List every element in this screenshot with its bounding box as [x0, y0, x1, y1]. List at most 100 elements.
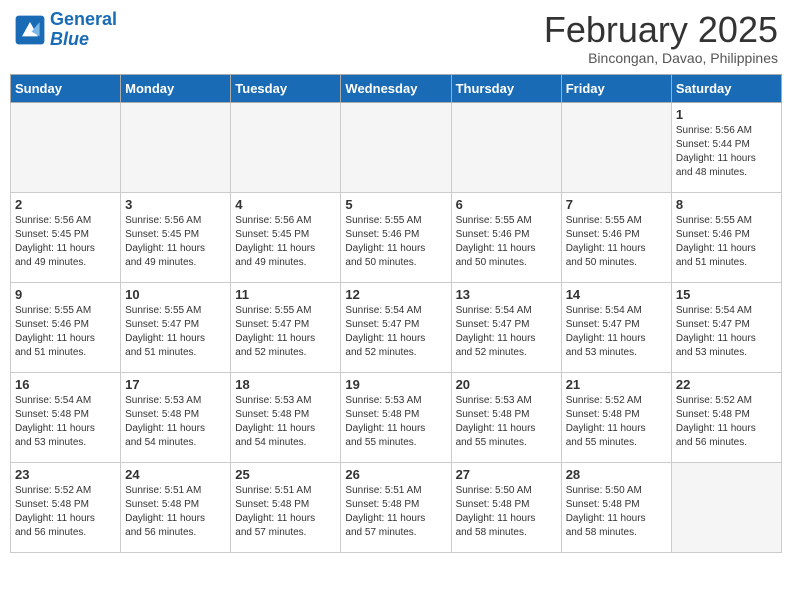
day-info: Sunrise: 5:55 AM Sunset: 5:46 PM Dayligh…: [345, 214, 446, 270]
weekday-wednesday: Wednesday: [341, 74, 451, 102]
day-number: 14: [566, 287, 667, 302]
calendar-cell: 15 Sunrise: 5:54 AM Sunset: 5:47 PM Dayli…: [671, 282, 781, 372]
calendar-cell: 20Sunrise: 5:53 AM Sunset: 5:48 PM Dayli…: [451, 372, 561, 462]
title-block: February 2025 Bincongan, Davao, Philippi…: [544, 10, 778, 66]
calendar-cell: 3 Sunrise: 5:56 AM Sunset: 5:45 PM Daylig…: [121, 192, 231, 282]
calendar-cell: 1 Sunrise: 5:56 AM Sunset: 5:44 PM Daylig…: [671, 102, 781, 192]
week-row-5: 23Sunrise: 5:52 AM Sunset: 5:48 PM Dayli…: [11, 462, 782, 552]
day-info: Sunrise: 5:55 AM Sunset: 5:47 PM Dayligh…: [125, 304, 226, 360]
day-info: Sunrise: 5:54 AM Sunset: 5:47 PM Dayligh…: [566, 304, 667, 360]
day-info: Sunrise: 5:56 AM Sunset: 5:45 PM Dayligh…: [125, 214, 226, 270]
logo-icon: [14, 14, 46, 46]
day-info: Sunrise: 5:55 AM Sunset: 5:46 PM Dayligh…: [566, 214, 667, 270]
day-number: 18: [235, 377, 336, 392]
day-number: 26: [345, 467, 446, 482]
logo-line2: Blue: [50, 29, 89, 49]
day-number: 28: [566, 467, 667, 482]
day-number: 8: [676, 197, 777, 212]
day-number: 7: [566, 197, 667, 212]
calendar-cell: 22Sunrise: 5:52 AM Sunset: 5:48 PM Dayli…: [671, 372, 781, 462]
calendar-cell: [451, 102, 561, 192]
day-number: 24: [125, 467, 226, 482]
week-row-1: 1 Sunrise: 5:56 AM Sunset: 5:44 PM Daylig…: [11, 102, 782, 192]
day-info: Sunrise: 5:56 AM Sunset: 5:45 PM Dayligh…: [235, 214, 336, 270]
location: Bincongan, Davao, Philippines: [544, 50, 778, 66]
day-number: 3: [125, 197, 226, 212]
day-number: 25: [235, 467, 336, 482]
calendar-cell: 23Sunrise: 5:52 AM Sunset: 5:48 PM Dayli…: [11, 462, 121, 552]
weekday-friday: Friday: [561, 74, 671, 102]
day-number: 21: [566, 377, 667, 392]
day-number: 12: [345, 287, 446, 302]
day-info: Sunrise: 5:53 AM Sunset: 5:48 PM Dayligh…: [125, 394, 226, 450]
day-number: 13: [456, 287, 557, 302]
day-info: Sunrise: 5:54 AM Sunset: 5:47 PM Dayligh…: [676, 304, 777, 360]
day-info: Sunrise: 5:55 AM Sunset: 5:46 PM Dayligh…: [15, 304, 116, 360]
calendar-cell: 5 Sunrise: 5:55 AM Sunset: 5:46 PM Daylig…: [341, 192, 451, 282]
day-number: 11: [235, 287, 336, 302]
day-info: Sunrise: 5:56 AM Sunset: 5:44 PM Dayligh…: [676, 124, 777, 180]
day-number: 17: [125, 377, 226, 392]
weekday-tuesday: Tuesday: [231, 74, 341, 102]
calendar-cell: 18 Sunrise: 5:53 AM Sunset: 5:48 PM Dayli…: [231, 372, 341, 462]
calendar-cell: 26 Sunrise: 5:51 AM Sunset: 5:48 PM Dayli…: [341, 462, 451, 552]
calendar: SundayMondayTuesdayWednesdayThursdayFrid…: [10, 74, 782, 553]
day-number: 4: [235, 197, 336, 212]
day-info: Sunrise: 5:54 AM Sunset: 5:48 PM Dayligh…: [15, 394, 116, 450]
calendar-cell: [671, 462, 781, 552]
calendar-cell: 24 Sunrise: 5:51 AM Sunset: 5:48 PM Dayli…: [121, 462, 231, 552]
day-number: 9: [15, 287, 116, 302]
calendar-cell: 19 Sunrise: 5:53 AM Sunset: 5:48 PM Dayli…: [341, 372, 451, 462]
day-number: 15: [676, 287, 777, 302]
calendar-cell: [561, 102, 671, 192]
day-info: Sunrise: 5:53 AM Sunset: 5:48 PM Dayligh…: [456, 394, 557, 450]
day-info: Sunrise: 5:50 AM Sunset: 5:48 PM Dayligh…: [566, 484, 667, 540]
weekday-saturday: Saturday: [671, 74, 781, 102]
day-info: Sunrise: 5:51 AM Sunset: 5:48 PM Dayligh…: [345, 484, 446, 540]
logo-line1: General: [50, 9, 117, 29]
weekday-sunday: Sunday: [11, 74, 121, 102]
week-row-2: 2Sunrise: 5:56 AM Sunset: 5:45 PM Daylig…: [11, 192, 782, 282]
day-number: 19: [345, 377, 446, 392]
month-title: February 2025: [544, 10, 778, 50]
day-number: 10: [125, 287, 226, 302]
calendar-cell: 16Sunrise: 5:54 AM Sunset: 5:48 PM Dayli…: [11, 372, 121, 462]
day-info: Sunrise: 5:52 AM Sunset: 5:48 PM Dayligh…: [676, 394, 777, 450]
weekday-header-row: SundayMondayTuesdayWednesdayThursdayFrid…: [11, 74, 782, 102]
day-number: 6: [456, 197, 557, 212]
logo: General Blue: [14, 10, 117, 50]
calendar-cell: 11 Sunrise: 5:55 AM Sunset: 5:47 PM Dayli…: [231, 282, 341, 372]
calendar-cell: 9 Sunrise: 5:55 AM Sunset: 5:46 PM Daylig…: [11, 282, 121, 372]
calendar-cell: [121, 102, 231, 192]
calendar-cell: 28 Sunrise: 5:50 AM Sunset: 5:48 PM Dayli…: [561, 462, 671, 552]
week-row-3: 9 Sunrise: 5:55 AM Sunset: 5:46 PM Daylig…: [11, 282, 782, 372]
day-number: 5: [345, 197, 446, 212]
day-number: 1: [676, 107, 777, 122]
day-info: Sunrise: 5:54 AM Sunset: 5:47 PM Dayligh…: [345, 304, 446, 360]
day-info: Sunrise: 5:51 AM Sunset: 5:48 PM Dayligh…: [235, 484, 336, 540]
page-header: General Blue February 2025 Bincongan, Da…: [10, 10, 782, 66]
day-info: Sunrise: 5:51 AM Sunset: 5:48 PM Dayligh…: [125, 484, 226, 540]
calendar-cell: [11, 102, 121, 192]
calendar-cell: 7 Sunrise: 5:55 AM Sunset: 5:46 PM Daylig…: [561, 192, 671, 282]
calendar-cell: [231, 102, 341, 192]
day-number: 27: [456, 467, 557, 482]
day-info: Sunrise: 5:55 AM Sunset: 5:47 PM Dayligh…: [235, 304, 336, 360]
calendar-cell: [341, 102, 451, 192]
day-info: Sunrise: 5:52 AM Sunset: 5:48 PM Dayligh…: [566, 394, 667, 450]
weekday-monday: Monday: [121, 74, 231, 102]
week-row-4: 16Sunrise: 5:54 AM Sunset: 5:48 PM Dayli…: [11, 372, 782, 462]
day-info: Sunrise: 5:56 AM Sunset: 5:45 PM Dayligh…: [15, 214, 116, 270]
day-info: Sunrise: 5:53 AM Sunset: 5:48 PM Dayligh…: [235, 394, 336, 450]
calendar-cell: 12 Sunrise: 5:54 AM Sunset: 5:47 PM Dayli…: [341, 282, 451, 372]
calendar-cell: 14 Sunrise: 5:54 AM Sunset: 5:47 PM Dayli…: [561, 282, 671, 372]
day-info: Sunrise: 5:53 AM Sunset: 5:48 PM Dayligh…: [345, 394, 446, 450]
calendar-cell: 17 Sunrise: 5:53 AM Sunset: 5:48 PM Dayli…: [121, 372, 231, 462]
calendar-cell: 13Sunrise: 5:54 AM Sunset: 5:47 PM Dayli…: [451, 282, 561, 372]
logo-text: General Blue: [50, 10, 117, 50]
day-info: Sunrise: 5:55 AM Sunset: 5:46 PM Dayligh…: [456, 214, 557, 270]
day-info: Sunrise: 5:50 AM Sunset: 5:48 PM Dayligh…: [456, 484, 557, 540]
calendar-cell: 27 Sunrise: 5:50 AM Sunset: 5:48 PM Dayli…: [451, 462, 561, 552]
calendar-cell: 6 Sunrise: 5:55 AM Sunset: 5:46 PM Daylig…: [451, 192, 561, 282]
day-number: 23: [15, 467, 116, 482]
